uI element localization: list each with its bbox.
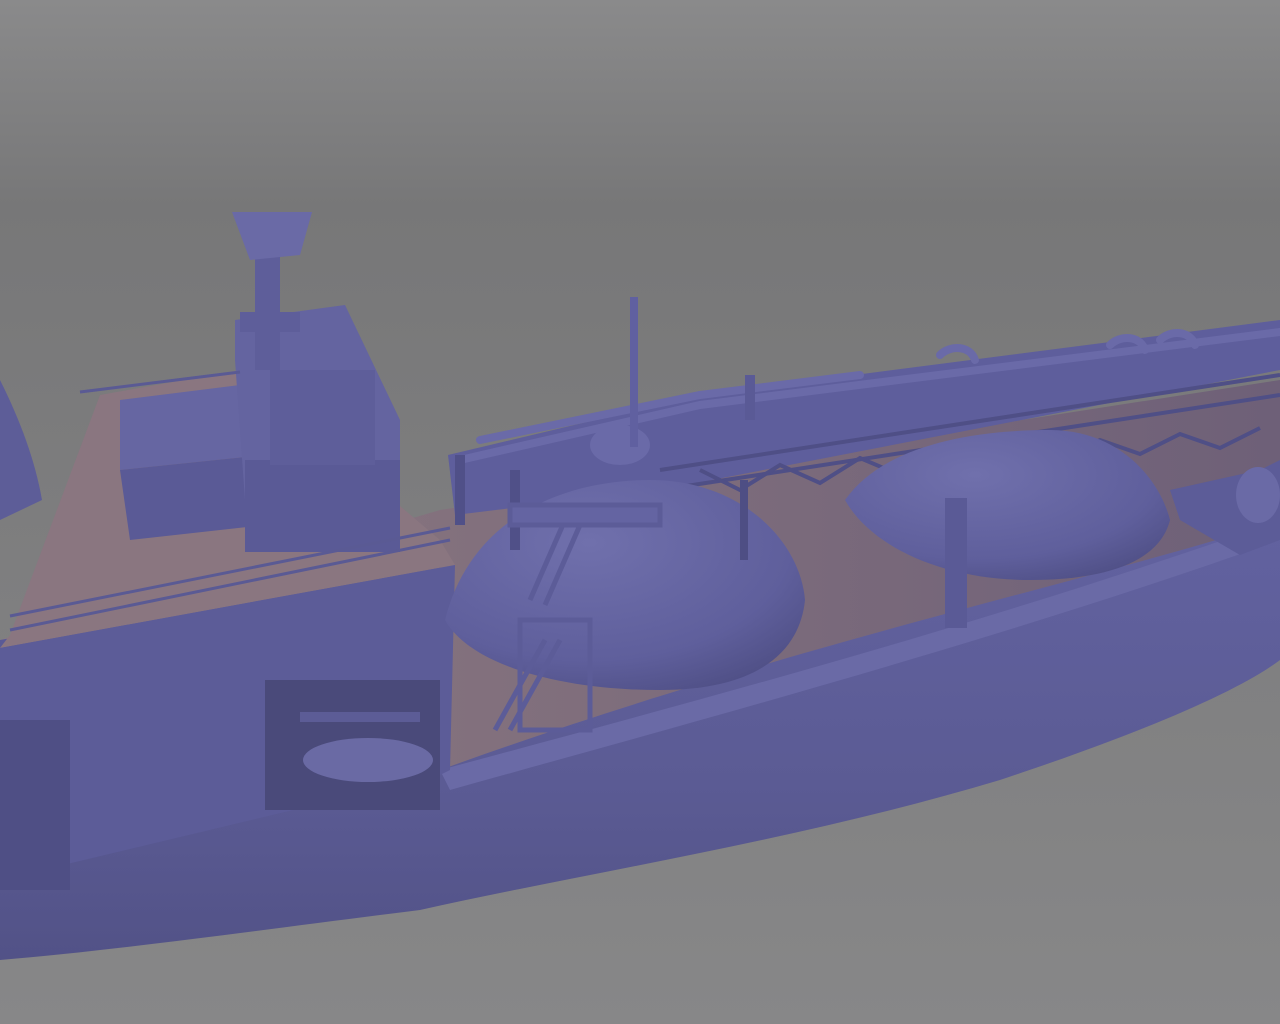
bridge-house-mid xyxy=(270,370,375,465)
winch-drum xyxy=(1236,467,1280,523)
hull-window-panel xyxy=(0,720,70,890)
bridge-house-front xyxy=(245,460,400,552)
radar-mast xyxy=(255,250,280,370)
ship-render-scene xyxy=(0,0,1280,1024)
lifeboat xyxy=(303,738,433,782)
dome-hatch xyxy=(590,425,650,465)
dome-vent xyxy=(630,297,638,447)
radar-mast-base xyxy=(240,312,300,332)
lifeboat-davit xyxy=(300,712,420,722)
